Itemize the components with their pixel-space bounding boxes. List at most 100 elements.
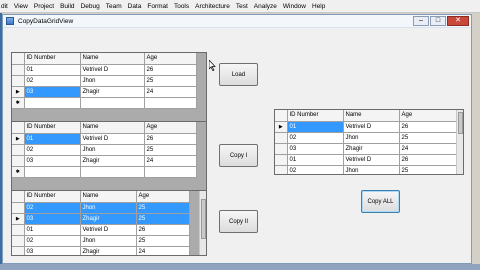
scrollbar-thumb[interactable] (201, 199, 206, 239)
cell-name[interactable]: Jhon (80, 235, 137, 247)
cell-name[interactable]: Zhagir (80, 86, 145, 98)
row-header[interactable] (12, 64, 25, 76)
copy-2-button[interactable]: Copy II (219, 210, 258, 233)
form-titlebar[interactable]: CopyDataGridView – □ ✕ (3, 15, 471, 28)
column-header-age[interactable]: Age (136, 191, 190, 203)
current-row-marker-icon[interactable]: ▶ (12, 213, 25, 225)
row-header[interactable] (12, 246, 25, 255)
cell-age[interactable]: 25 (136, 202, 190, 214)
cell-age[interactable]: 26 (144, 64, 197, 76)
menu-debug[interactable]: Debug (78, 3, 103, 10)
cell-age[interactable]: 25 (144, 144, 197, 156)
cell-age[interactable] (144, 166, 197, 178)
table-row[interactable]: 01 Vetrivel D 26 (12, 224, 190, 236)
table-row[interactable]: ▶ 03 Zhagir 24 (12, 86, 197, 98)
cell-name[interactable]: Jhon (80, 144, 145, 156)
cell-name[interactable]: Vetrivel D (80, 133, 145, 145)
cell-age[interactable]: 24 (144, 86, 197, 98)
cell-id[interactable]: 01 (24, 133, 81, 145)
menu-format[interactable]: Format (144, 3, 171, 10)
top-left-header-cell[interactable] (12, 122, 25, 134)
row-header[interactable] (275, 132, 288, 144)
row-header[interactable] (12, 155, 25, 167)
column-header-id[interactable]: ID Number (24, 122, 81, 134)
cell-name[interactable]: Vetrivel D (80, 64, 145, 76)
cell-name[interactable]: Zhagir (343, 143, 400, 155)
table-row[interactable]: 02 Jhon 25 (275, 165, 459, 174)
load-button[interactable]: Load (219, 63, 258, 86)
cell-id[interactable]: 02 (24, 235, 81, 247)
current-row-marker-icon[interactable]: ▶ (12, 86, 25, 98)
table-row[interactable]: ▶ 01 Vetrivel D 26 (275, 121, 459, 133)
new-row[interactable]: ✱ (12, 166, 197, 178)
cell-id[interactable]: 03 (24, 155, 81, 167)
menu-data[interactable]: Data (125, 3, 145, 10)
cell-name[interactable] (80, 97, 145, 109)
menu-help[interactable]: Help (309, 3, 328, 10)
cell-name[interactable]: Vetrivel D (343, 121, 400, 133)
new-row[interactable]: ✱ (12, 97, 197, 109)
datagridview-copy-1[interactable]: ID Number Name Age ▶ 01 Vetrivel D 26 02… (11, 121, 207, 196)
datagridview-copy-2[interactable]: ID Number Name Age 02 Jhon 25 ▶ 03 Zhagi… (11, 190, 207, 256)
datagridview-copy-all[interactable]: ID Number Name Age ▶ 01 Vetrivel D 26 02… (274, 109, 464, 175)
column-header-name[interactable]: Name (80, 122, 145, 134)
cell-name[interactable]: Jhon (343, 165, 400, 174)
datagridview-source[interactable]: ID Number Name Age 01 Vetrivel D 26 02 J… (11, 52, 207, 127)
cell-name[interactable]: Jhon (80, 75, 145, 87)
minimize-button[interactable]: – (413, 16, 429, 26)
table-row[interactable]: 02 Jhon 25 (12, 235, 190, 247)
cell-name[interactable]: Zhagir (80, 155, 145, 167)
table-row[interactable]: 03 Zhagir 24 (12, 155, 197, 167)
menu-test[interactable]: Test (233, 3, 251, 10)
table-row[interactable]: 03 Zhagir 24 (12, 246, 190, 255)
cell-name[interactable] (80, 166, 145, 178)
cell-id[interactable]: 03 (24, 246, 81, 255)
cell-id[interactable] (24, 97, 81, 109)
cell-name[interactable]: Vetrivel D (80, 224, 137, 236)
cell-id[interactable]: 02 (24, 202, 81, 214)
menu-team[interactable]: Team (103, 3, 125, 10)
close-button[interactable]: ✕ (447, 16, 469, 26)
cell-name[interactable]: Zhagir (80, 213, 137, 225)
menu-architecture[interactable]: Architecture (192, 3, 233, 10)
current-row-marker-icon[interactable]: ▶ (275, 121, 288, 133)
cell-id[interactable]: 03 (24, 86, 81, 98)
row-header[interactable] (12, 75, 25, 87)
table-row[interactable]: 02 Jhon 25 (12, 202, 190, 214)
cell-id[interactable]: 01 (287, 154, 344, 166)
cell-name[interactable]: Zhagir (80, 246, 137, 255)
new-row-marker-icon[interactable]: ✱ (12, 97, 25, 109)
cell-name[interactable]: Vetrivel D (343, 154, 400, 166)
menu-analyze[interactable]: Analyze (251, 3, 280, 10)
column-header-name[interactable]: Name (80, 53, 145, 65)
maximize-button[interactable]: □ (430, 16, 446, 26)
cell-age[interactable]: 26 (399, 121, 459, 133)
top-left-header-cell[interactable] (12, 53, 25, 65)
new-row-marker-icon[interactable]: ✱ (12, 166, 25, 178)
menu-tools[interactable]: Tools (171, 3, 192, 10)
menu-project[interactable]: Project (31, 3, 57, 10)
cell-age[interactable]: 24 (144, 155, 197, 167)
table-row[interactable]: 02 Jhon 25 (12, 144, 197, 156)
column-header-id[interactable]: ID Number (287, 110, 344, 122)
table-row[interactable]: 01 Vetrivel D 26 (275, 154, 459, 166)
cell-age[interactable]: 25 (136, 235, 190, 247)
cell-age[interactable]: 25 (399, 165, 459, 174)
column-header-id[interactable]: ID Number (24, 191, 81, 203)
top-left-header-cell[interactable] (12, 191, 25, 203)
row-header[interactable] (12, 202, 25, 214)
cell-id[interactable]: 01 (287, 121, 344, 133)
column-header-id[interactable]: ID Number (24, 53, 81, 65)
column-header-age[interactable]: Age (144, 122, 197, 134)
vertical-scrollbar[interactable] (199, 191, 206, 255)
menu-edit[interactable]: dit (0, 3, 11, 10)
scrollbar-thumb[interactable] (458, 112, 463, 134)
table-row[interactable]: 01 Vetrivel D 26 (12, 64, 197, 76)
table-row[interactable]: 03 Zhagir 24 (275, 143, 459, 155)
cell-age[interactable]: 25 (144, 75, 197, 87)
vertical-scrollbar[interactable] (456, 110, 463, 174)
menu-window[interactable]: Window (280, 3, 309, 10)
row-header[interactable] (12, 144, 25, 156)
menu-build[interactable]: Build (57, 3, 77, 10)
copy-1-button[interactable]: Copy I (219, 144, 258, 167)
